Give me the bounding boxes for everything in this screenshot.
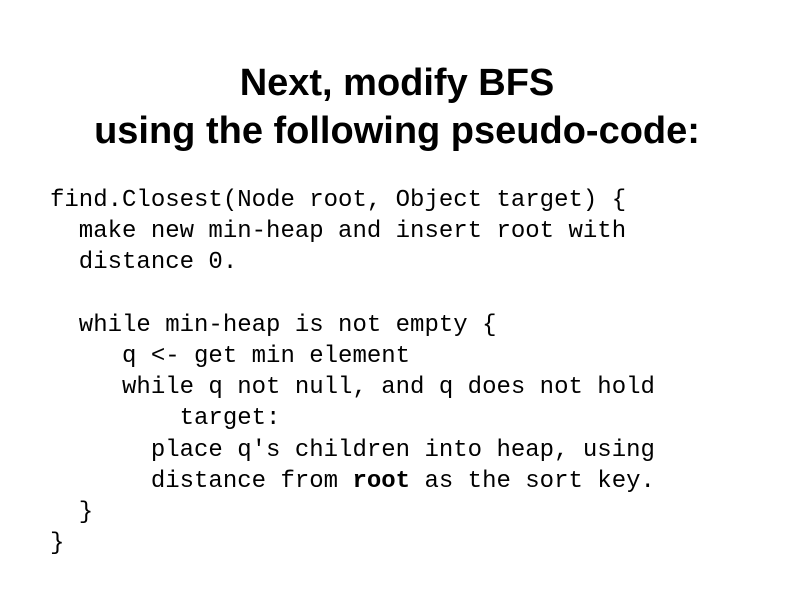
title-line-2: using the following pseudo-code: xyxy=(94,110,700,152)
code-line: place q's children into heap, using xyxy=(50,437,655,464)
code-line: while q not null, and q does not hold xyxy=(50,374,655,401)
code-line: } xyxy=(50,530,64,557)
pseudocode-block: find.Closest(Node root, Object target) {… xyxy=(20,185,774,559)
code-line: } xyxy=(50,499,93,526)
code-bold-root: root xyxy=(352,468,410,495)
code-line: make new min-heap and insert root with xyxy=(50,218,626,245)
code-line-part: as the sort key. xyxy=(410,468,655,495)
code-line-part: distance from xyxy=(50,468,352,495)
code-line: find.Closest(Node root, Object target) { xyxy=(50,187,626,214)
title-line-1: Next, modify BFS xyxy=(240,62,555,104)
code-line: distance 0. xyxy=(50,249,237,276)
slide-title: Next, modify BFS using the following pse… xyxy=(20,60,774,155)
code-line: while min-heap is not empty { xyxy=(50,312,496,339)
code-line: q <- get min element xyxy=(50,343,410,370)
code-line: target: xyxy=(50,405,280,432)
